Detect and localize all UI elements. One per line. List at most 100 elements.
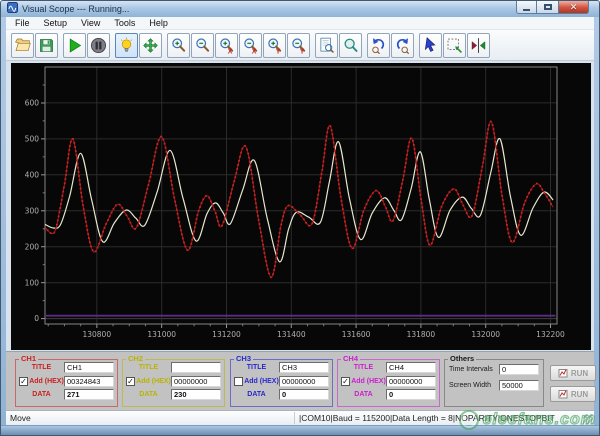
run-button-label: RUN	[570, 389, 589, 399]
ch2-data-input[interactable]	[171, 389, 221, 400]
run-button-column: RUN RUN	[550, 365, 598, 407]
toolbar-group	[419, 32, 490, 58]
menu-item-file[interactable]: File	[8, 17, 37, 29]
fit-page-icon	[320, 37, 334, 53]
ch3-data-input[interactable]	[279, 389, 329, 400]
center-signal-icon	[471, 37, 486, 53]
toolbar-button-zoom-y-out[interactable]: Y	[287, 32, 310, 58]
run-chart-icon	[558, 369, 568, 378]
ch1-data-input[interactable]	[64, 389, 114, 400]
status-divider	[294, 412, 295, 424]
toolbar-button-open[interactable]	[11, 32, 34, 58]
time-intervals-input[interactable]	[499, 364, 539, 375]
ch3-legend: CH3	[234, 354, 254, 363]
svg-text:200: 200	[25, 242, 40, 251]
ch2-title-label: TITLE	[138, 364, 159, 371]
zoom-x-in-icon: X	[220, 37, 234, 55]
toolbar-button-redo-zoom[interactable]	[391, 32, 414, 58]
title-bar[interactable]: Visual Scope --- Running... ✕	[1, 1, 599, 17]
ch3-addr-checkbox[interactable]	[234, 376, 243, 386]
ch4-addr-input[interactable]	[386, 375, 436, 387]
caption-buttons: ✕	[516, 1, 589, 14]
ch2-title-input[interactable]	[171, 362, 221, 373]
toolbar-button-save[interactable]	[35, 32, 58, 58]
ch1-addr-input[interactable]	[64, 375, 114, 387]
toolbar-button-pan[interactable]	[139, 32, 162, 58]
toolbar-group	[367, 32, 414, 58]
maximize-button[interactable]	[537, 1, 558, 14]
toolbar-button-fit-page[interactable]	[315, 32, 338, 58]
channel-panel-zone: Others Time Intervals Screen Width RUNRU…	[6, 351, 596, 410]
window-border-bottom	[1, 425, 599, 435]
svg-text:131600: 131600	[342, 330, 371, 339]
toolbar-group	[11, 32, 58, 58]
ch3-title-input[interactable]	[279, 362, 329, 373]
screen-width-input[interactable]	[499, 380, 539, 391]
toolbar-button-box-select[interactable]	[443, 32, 466, 58]
toolbar-button-zoom-y-in[interactable]: Y	[263, 32, 286, 58]
svg-text:131400: 131400	[277, 330, 306, 339]
toolbar-group: XXYY	[167, 32, 310, 58]
svg-text:132200: 132200	[536, 330, 565, 339]
run-chart-icon	[558, 390, 568, 399]
toolbar-button-select[interactable]	[419, 32, 442, 58]
ch1-addr-label: Add (HEX)	[29, 377, 64, 385]
svg-text:100: 100	[25, 278, 40, 287]
ch1-title-input[interactable]	[64, 362, 114, 373]
ch4-addr-checkbox[interactable]: ✓	[341, 376, 350, 386]
ch2-group: CH2TITLE✓Add (HEX) DATA	[122, 354, 225, 407]
ch4-title-input[interactable]	[386, 362, 436, 373]
ch4-data-label: DATA	[354, 391, 373, 398]
resize-grip[interactable]	[583, 414, 593, 424]
bulb-icon	[120, 36, 133, 52]
toolbar-button-run[interactable]	[63, 32, 86, 58]
toolbar: XXYY	[6, 30, 594, 61]
ch2-addr-checkbox[interactable]: ✓	[126, 376, 135, 386]
ch3-addr-input[interactable]	[279, 375, 329, 387]
box-select-icon	[447, 38, 462, 53]
ch3-group: CH3TITLE Add (HEX) DATA	[230, 354, 333, 407]
others-legend: Others	[448, 354, 477, 363]
ch2-addr-label: Add (HEX)	[136, 377, 171, 385]
status-bar: Move |COM10|Baud = 115200|Data Length = …	[6, 410, 594, 425]
toolbar-button-zoom-x-out[interactable]: X	[239, 32, 262, 58]
toolbar-button-pause[interactable]	[87, 32, 110, 58]
app-icon	[7, 1, 18, 18]
run-button-1[interactable]: RUN	[550, 365, 596, 381]
toolbar-group	[315, 32, 362, 58]
menu-item-setup[interactable]: Setup	[37, 17, 75, 29]
toolbar-button-zoom-in[interactable]	[167, 32, 190, 58]
minimize-button[interactable]	[516, 1, 537, 14]
menu-item-tools[interactable]: Tools	[107, 17, 142, 29]
menu-item-view[interactable]: View	[74, 17, 107, 29]
save-icon	[40, 38, 53, 52]
svg-text:Y: Y	[276, 48, 281, 54]
ch4-data-input[interactable]	[386, 389, 436, 400]
toolbar-button-center-signal[interactable]	[467, 32, 490, 58]
close-icon: ✕	[569, 1, 578, 12]
toolbar-button-undo-zoom[interactable]	[367, 32, 390, 58]
zoom-in-icon	[172, 37, 186, 52]
pan-icon	[143, 37, 158, 53]
svg-text:131000: 131000	[147, 330, 176, 339]
ch2-addr-input[interactable]	[171, 375, 221, 387]
run-button-label: RUN	[570, 368, 589, 378]
ch2-data-label: DATA	[139, 391, 158, 398]
toolbar-button-highlight[interactable]	[115, 32, 138, 58]
menu-item-help[interactable]: Help	[142, 17, 175, 29]
time-intervals-label: Time Intervals	[449, 366, 493, 373]
cursor-icon	[424, 36, 436, 52]
ch1-group: CH1TITLE✓Add (HEX) DATA	[15, 354, 118, 407]
close-button[interactable]: ✕	[558, 1, 589, 14]
run-button-2[interactable]: RUN	[550, 386, 596, 402]
ch1-addr-checkbox[interactable]: ✓	[19, 376, 28, 386]
toolbar-button-zoom-window[interactable]	[339, 32, 362, 58]
ch1-data-label: DATA	[32, 391, 51, 398]
toolbar-button-zoom-x-in[interactable]: X	[215, 32, 238, 58]
svg-text:130800: 130800	[82, 330, 111, 339]
waveform-chart[interactable]: 130800 131000 131200 131400 131600 131800 1320…	[11, 63, 591, 350]
screen-width-label: Screen Width	[449, 382, 492, 389]
toolbar-button-zoom-out[interactable]	[191, 32, 214, 58]
zoom-window-icon	[344, 38, 358, 52]
svg-text:500: 500	[25, 135, 40, 144]
